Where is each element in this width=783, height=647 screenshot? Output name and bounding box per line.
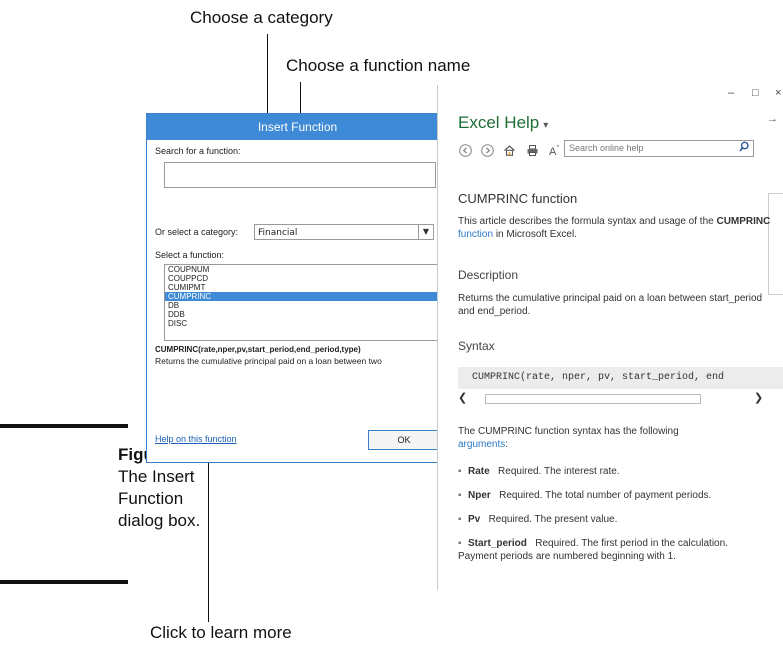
intro-text-end: in Microsoft Excel.: [495, 229, 577, 240]
argument-text: Required. The present value.: [488, 514, 618, 525]
intro-paragraph: This article describes the formula synta…: [458, 215, 778, 241]
help-on-function-link[interactable]: Help on this function: [155, 434, 237, 444]
syntax-intro-colon: :: [505, 439, 509, 450]
argument-name: Start_period: [468, 538, 527, 549]
figure-caption-line: Function: [118, 489, 184, 508]
argument-name: Rate: [468, 466, 490, 477]
help-toolbar: A ^: [458, 142, 566, 158]
function-signature: CUMPRINC(rate,nper,pv,start_period,end_p…: [155, 345, 361, 354]
callout-choose-category: Choose a category: [190, 8, 333, 27]
figure-caption-line: dialog box.: [118, 511, 201, 530]
argument-text: Required. The total number of payment pe…: [499, 490, 712, 501]
argument-item: ▪ Nper Required. The total number of paym…: [458, 489, 778, 502]
figure-rule-top: [0, 424, 128, 428]
search-icon[interactable]: [739, 141, 749, 158]
dialog-body: Search for a function: Or select a categ…: [147, 140, 449, 462]
syntax-intro-text: The CUMPRINC function syntax has the fol…: [458, 426, 679, 437]
pin-icon[interactable]: →: [767, 113, 778, 125]
bullet-icon: ▪: [458, 466, 462, 477]
argument-text: Required. The interest rate.: [498, 466, 620, 477]
figure-caption-line: The Insert: [118, 467, 195, 486]
bullet-icon: ▪: [458, 538, 462, 549]
help-title-text: Excel Help: [458, 113, 540, 132]
chevron-down-icon[interactable]: ▾: [543, 120, 548, 131]
print-icon[interactable]: [525, 144, 539, 158]
category-value: Financial: [258, 228, 298, 238]
function-list-item[interactable]: DISC: [165, 319, 449, 328]
help-search-input[interactable]: Search online help: [564, 140, 754, 157]
bullet-icon: ▪: [458, 514, 462, 525]
category-select[interactable]: Financial ▼: [254, 224, 434, 240]
callout-choose-function: Choose a function name: [286, 56, 471, 75]
function-list[interactable]: COUPNUM COUPPCD CUMIPMT CUMPRINC DB DDB …: [164, 264, 449, 341]
scroll-track[interactable]: [485, 394, 701, 404]
svg-text:^: ^: [557, 145, 560, 151]
pane-side-edge: [768, 193, 783, 295]
code-horizontal-scrollbar[interactable]: ❮ ❯: [458, 391, 778, 405]
help-title[interactable]: Excel Help ▾: [458, 113, 548, 133]
insert-function-dialog: Insert Function Search for a function: O…: [146, 113, 449, 463]
syntax-code: CUMPRINC(rate, nper, pv, start_period, e…: [458, 367, 783, 389]
home-icon[interactable]: [503, 144, 517, 158]
figure-rule-bottom: [0, 580, 128, 584]
help-search-placeholder: Search online help: [569, 143, 644, 153]
forward-icon[interactable]: [480, 143, 494, 158]
argument-item: ▪ Rate Required. The interest rate.: [458, 465, 778, 478]
ok-button[interactable]: OK: [368, 430, 440, 450]
function-list-item[interactable]: DDB: [165, 310, 449, 319]
minimize-icon[interactable]: –: [728, 87, 734, 99]
function-list-item[interactable]: COUPNUM: [165, 265, 449, 274]
chevron-down-icon[interactable]: ▼: [418, 225, 433, 239]
syntax-heading: Syntax: [458, 339, 495, 353]
argument-item: ▪ Pv Required. The present value.: [458, 513, 778, 526]
excel-help-pane: – □ × Excel Help ▾ → A ^ Search online hel…: [437, 85, 783, 590]
dialog-title: Insert Function: [147, 114, 448, 140]
function-list-item[interactable]: COUPPCD: [165, 274, 449, 283]
intro-function-link[interactable]: function: [458, 229, 493, 240]
function-list-item-selected[interactable]: CUMPRINC: [165, 292, 449, 301]
function-description: Returns the cumulative principal paid on…: [155, 356, 382, 366]
argument-name: Pv: [468, 514, 481, 525]
category-label: Or select a category:: [155, 227, 239, 237]
argument-item: ▪ Start_period Required. The first period…: [458, 537, 768, 563]
function-list-item[interactable]: DB: [165, 301, 449, 310]
font-size-icon[interactable]: A ^: [548, 144, 562, 158]
description-heading: Description: [458, 268, 519, 282]
description-text: Returns the cumulative principal paid on…: [458, 293, 763, 317]
maximize-icon[interactable]: □: [752, 87, 759, 99]
select-function-label: Select a function:: [155, 250, 225, 260]
argument-name: Nper: [468, 490, 491, 501]
bullet-icon: ▪: [458, 490, 462, 501]
syntax-intro: The CUMPRINC function syntax has the fol…: [458, 425, 778, 451]
back-icon[interactable]: [458, 143, 472, 158]
arguments-link[interactable]: arguments: [458, 439, 505, 450]
scroll-left-icon[interactable]: ❮: [458, 391, 467, 405]
close-icon[interactable]: ×: [775, 87, 781, 99]
search-label: Search for a function:: [155, 146, 241, 156]
scroll-right-icon[interactable]: ❯: [754, 391, 763, 405]
callout-learn-more: Click to learn more: [150, 623, 292, 642]
function-search-input[interactable]: [164, 162, 436, 188]
intro-function-name: CUMPRINC: [716, 216, 771, 227]
function-heading: CUMPRINC function: [458, 191, 578, 206]
intro-text: This article describes the formula synta…: [458, 216, 714, 227]
function-list-item[interactable]: CUMIPMT: [165, 283, 449, 292]
